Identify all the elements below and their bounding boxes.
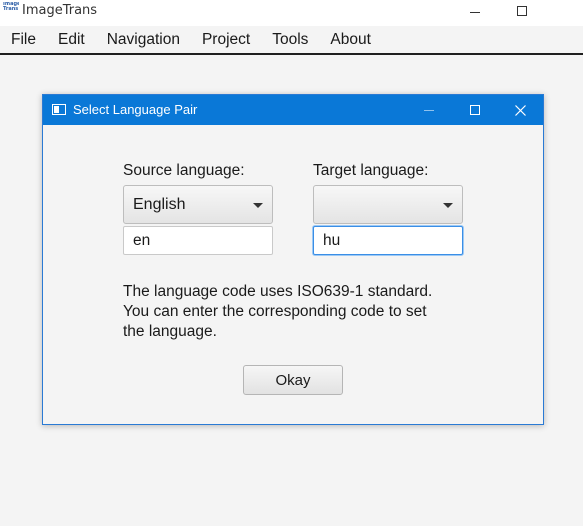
maximize-icon	[517, 6, 527, 16]
help-line: You can enter the corresponding code to …	[123, 303, 427, 320]
source-code-input[interactable]	[123, 226, 273, 255]
maximize-icon	[470, 105, 480, 115]
menu-tools[interactable]: Tools	[261, 26, 319, 54]
chevron-down-icon	[253, 203, 263, 208]
dialog-minimize-button	[406, 95, 452, 125]
dialog-titlebar[interactable]: Select Language Pair	[43, 95, 543, 125]
source-language-label: Source language:	[123, 162, 245, 179]
dialog-maximize-button[interactable]	[452, 95, 498, 125]
source-language-value: English	[133, 196, 186, 213]
source-language-select[interactable]: English	[123, 185, 273, 224]
menu-about[interactable]: About	[319, 26, 382, 54]
minimize-icon	[424, 109, 434, 111]
menu-bar: File Edit Navigation Project Tools About	[0, 26, 583, 55]
help-line: the language.	[123, 323, 217, 340]
menu-navigation[interactable]: Navigation	[96, 26, 191, 54]
select-language-dialog: Select Language Pair Source language: Ta…	[42, 94, 544, 425]
help-line: The language code uses ISO639-1 standard…	[123, 283, 433, 300]
chevron-down-icon	[443, 203, 453, 208]
minimize-icon	[470, 11, 480, 13]
target-code-input[interactable]	[313, 226, 463, 255]
menu-edit[interactable]: Edit	[47, 26, 96, 54]
app-logo-icon: Image Trans	[3, 2, 19, 12]
dialog-close-button[interactable]	[497, 95, 543, 125]
minimize-button[interactable]	[452, 0, 498, 22]
app-title: ImageTrans	[22, 3, 98, 18]
app-window: Image Trans ImageTrans File Edit Navigat…	[0, 0, 583, 526]
window-icon	[52, 104, 66, 115]
menu-file[interactable]: File	[0, 26, 47, 54]
target-language-select[interactable]	[313, 185, 463, 224]
okay-button[interactable]: Okay	[243, 365, 343, 395]
window-titlebar: Image Trans ImageTrans	[0, 0, 583, 26]
target-language-label: Target language:	[313, 162, 429, 179]
dialog-title: Select Language Pair	[73, 102, 198, 117]
maximize-button[interactable]	[499, 0, 545, 22]
close-icon	[514, 104, 526, 116]
help-text: The language code uses ISO639-1 standard…	[123, 282, 463, 342]
menu-project[interactable]: Project	[191, 26, 261, 54]
